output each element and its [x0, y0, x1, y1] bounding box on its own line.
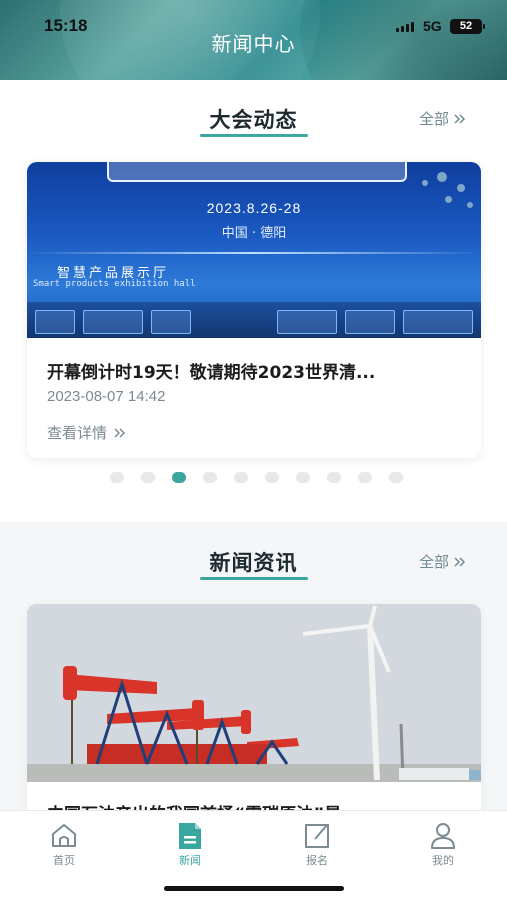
news-section-head: 新闻资讯 全部: [0, 543, 507, 583]
tab-news-label: 新闻: [179, 854, 201, 867]
banner-hall-en: Smart products exhibition hall: [33, 279, 196, 289]
news-icon: [179, 823, 201, 849]
tab-signup[interactable]: 报名: [282, 819, 352, 868]
news-title-underline: [200, 577, 308, 580]
events-more-label: 全部: [418, 110, 449, 128]
carousel-dot[interactable]: [203, 472, 217, 483]
news-card[interactable]: 中国石油产出的我国首桶“零碳原油”是: [27, 604, 481, 834]
carousel-dot[interactable]: [141, 472, 155, 483]
event-card[interactable]: 2023.8.26-28 中国 · 德阳 智慧产品展示厅 Smart produ…: [27, 162, 481, 458]
view-details-label: 查看详情: [47, 424, 108, 442]
profile-icon: [431, 823, 455, 849]
tab-home-label: 首页: [53, 854, 75, 867]
banner-date: 2023.8.26-28: [206, 200, 302, 216]
tab-profile[interactable]: 我的: [408, 819, 478, 868]
event-date: 2023-08-07 14:42: [47, 388, 166, 405]
event-banner-image: 2023.8.26-28 中国 · 德阳 智慧产品展示厅 Smart produ…: [27, 162, 481, 338]
carousel-dot[interactable]: [327, 472, 341, 483]
page-title: 新闻中心: [211, 32, 296, 56]
carousel-dot[interactable]: [172, 472, 186, 483]
signup-icon: [305, 824, 329, 848]
news-more-link[interactable]: 全部: [419, 551, 467, 572]
banner-divider: [27, 252, 481, 254]
double-chevron-right-icon: [454, 556, 466, 567]
double-chevron-right-icon: [114, 427, 126, 438]
banner-top-strip: [107, 162, 407, 182]
tab-home[interactable]: 首页: [29, 819, 99, 868]
header: 15:18 5G 52 新闻中心: [0, 0, 507, 80]
carousel-dot[interactable]: [358, 472, 372, 483]
events-section-head: 大会动态 全部: [0, 100, 507, 140]
home-icon: [52, 824, 76, 847]
carousel-dot[interactable]: [110, 472, 124, 483]
events-title-underline: [200, 134, 308, 137]
carousel-dot[interactable]: [296, 472, 310, 483]
carousel-indicator[interactable]: [110, 472, 403, 483]
news-image: [27, 604, 481, 782]
carousel-dot[interactable]: [389, 472, 403, 483]
double-chevron-right-icon: [454, 113, 466, 124]
events-more-link[interactable]: 全部: [419, 108, 467, 129]
tab-news[interactable]: 新闻: [155, 819, 225, 868]
tab-profile-label: 我的: [432, 854, 454, 867]
view-details-link[interactable]: 查看详情: [47, 422, 127, 443]
tab-signup-label: 报名: [306, 854, 328, 867]
carousel-dot[interactable]: [234, 472, 248, 483]
news-more-label: 全部: [418, 553, 449, 571]
carousel-dot[interactable]: [265, 472, 279, 483]
event-title: 开幕倒计时19天！敬请期待2023世界清...: [47, 363, 376, 383]
banner-location: 中国 · 德阳: [221, 226, 287, 241]
home-indicator: [164, 886, 344, 891]
